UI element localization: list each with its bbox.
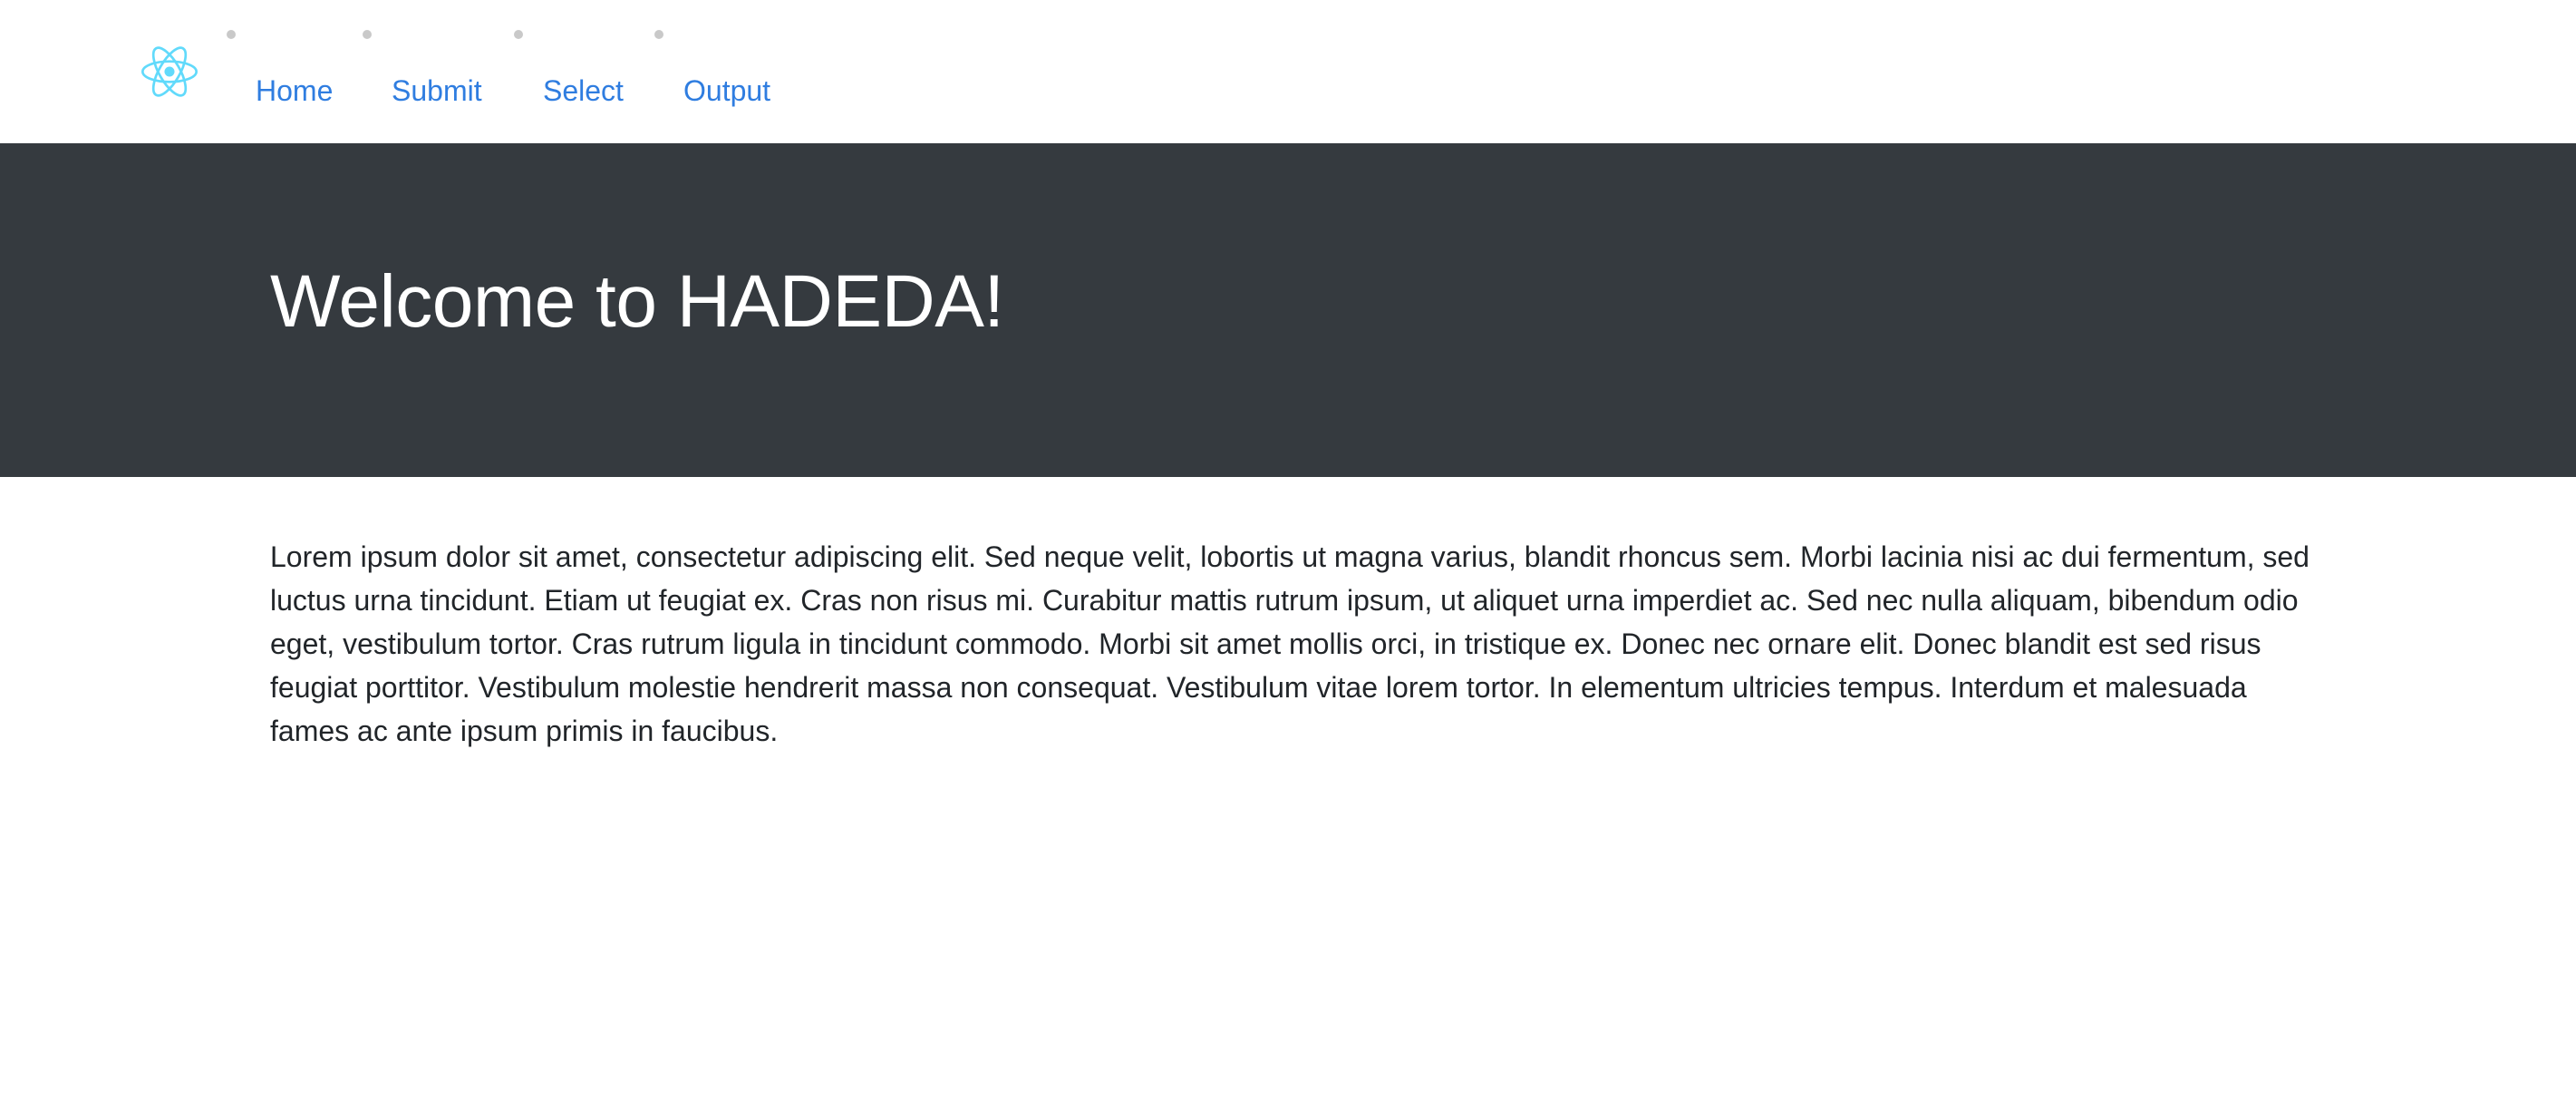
top-navbar: Home Submit Select Output xyxy=(0,0,2576,143)
nav-link-output[interactable]: Output xyxy=(683,73,770,109)
list-bullet-icon xyxy=(514,30,523,39)
page-title: Welcome to HADEDA! xyxy=(270,260,1004,343)
nav-link-home[interactable]: Home xyxy=(256,73,333,109)
list-bullet-icon xyxy=(363,30,372,39)
list-bullet-icon xyxy=(227,30,236,39)
main-content: Lorem ipsum dolor sit amet, consectetur … xyxy=(270,535,2310,753)
nav-link-select[interactable]: Select xyxy=(543,73,624,109)
nav-link-submit[interactable]: Submit xyxy=(392,73,482,109)
hero-banner: Welcome to HADEDA! xyxy=(0,143,2576,477)
react-logo-icon[interactable] xyxy=(141,44,198,100)
intro-paragraph: Lorem ipsum dolor sit amet, consectetur … xyxy=(270,540,2310,747)
list-bullet-icon xyxy=(654,30,663,39)
